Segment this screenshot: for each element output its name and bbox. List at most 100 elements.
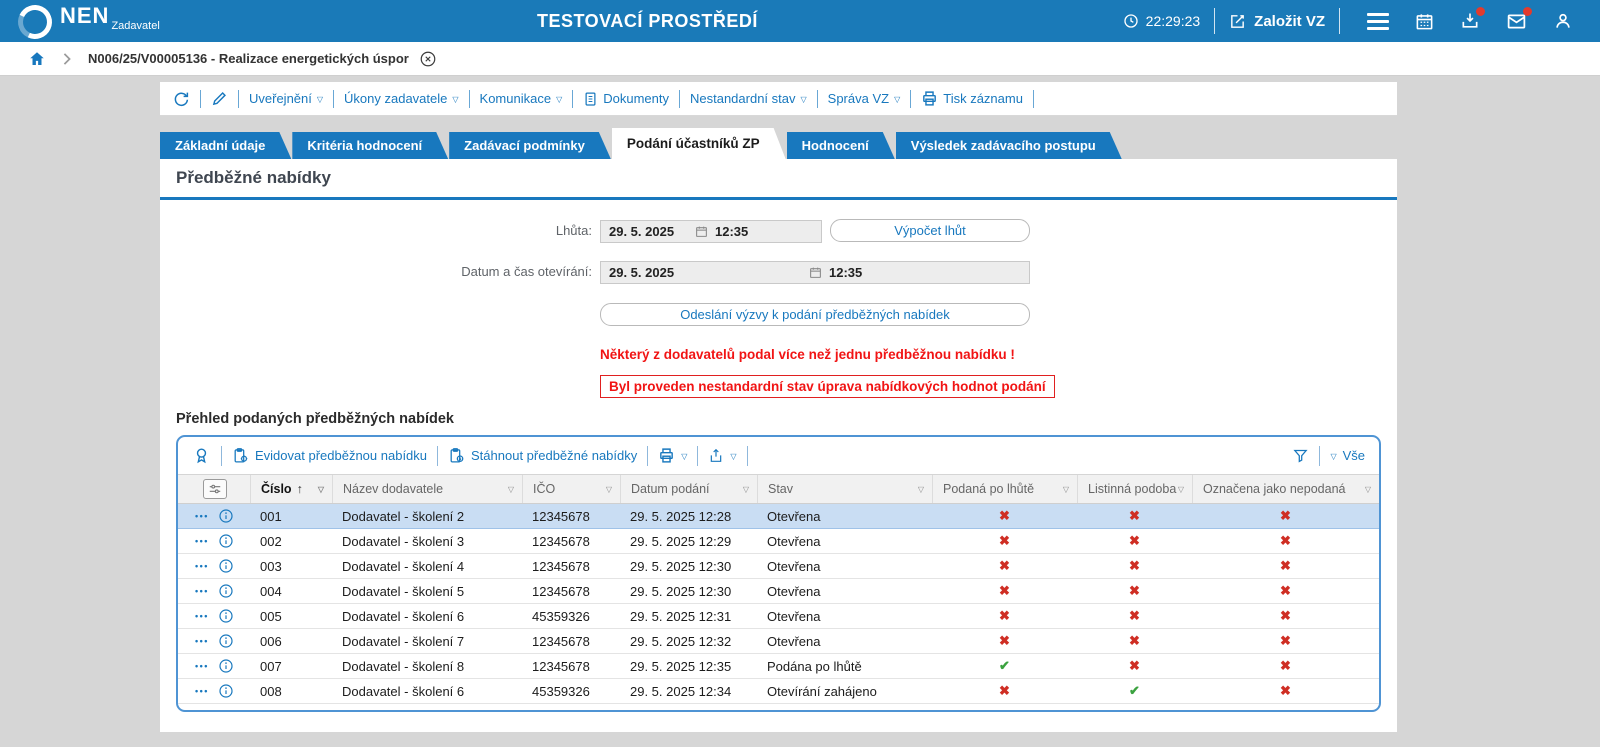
toolbar-item-sprava-vz[interactable]: Správa VZ▽ [828,91,901,106]
calendar-small-icon[interactable] [809,266,822,279]
table-row[interactable]: ••• 004 Dodavatel - školení 5 12345678 2… [178,579,1379,604]
cell-ico: 12345678 [522,584,620,599]
toolbar-item-nestandardni-stav[interactable]: Nestandardní stav▽ [690,91,807,106]
dropdown-icon: ▽ [317,96,323,104]
divider [469,90,470,108]
table-row[interactable]: ••• 008 Dodavatel - školení 6 45359326 2… [178,679,1379,704]
info-icon[interactable] [218,608,234,624]
toolbar-item-tisk-zaznamu[interactable]: Tisk záznamu [921,90,1023,107]
edit-pencil-icon[interactable] [211,90,228,107]
filter-vse-select[interactable]: ▽ Vše [1330,448,1365,463]
info-icon[interactable] [218,583,234,599]
row-menu-icon[interactable]: ••• [195,611,209,621]
column-header-stav[interactable]: Stav▽ [757,475,932,503]
table-row[interactable]: ••• 007 Dodavatel - školení 8 12345678 2… [178,654,1379,679]
column-header-nazev-dodavatele[interactable]: Název dodavatele▽ [332,475,522,503]
toolbar-item-dokumenty[interactable]: Dokumenty [583,91,669,107]
column-header-podana-po-lhute[interactable]: Podaná po lhůtě▽ [932,475,1077,503]
section-title: Předběžné nabídky [176,168,331,188]
row-menu-icon[interactable]: ••• [195,511,209,521]
toolbar-item-uverejneni[interactable]: Uveřejnění▽ [249,91,323,106]
info-icon[interactable] [218,658,234,674]
tab-podani-ucastniku-zp[interactable]: Podání účastníků ZP [612,128,786,159]
share-export-icon [708,448,724,464]
filter-dropdown-icon[interactable]: ▽ [918,486,924,494]
brand-subtitle: Zadavatel [111,20,159,32]
table-row[interactable]: ••• 002 Dodavatel - školení 3 12345678 2… [178,529,1379,554]
calendar-small-icon[interactable] [695,225,708,238]
filter-dropdown-icon[interactable]: ▽ [1063,486,1069,494]
row-menu-icon[interactable]: ••• [195,536,209,546]
oteviani-field[interactable]: 29. 5. 2025 12:35 [600,261,1030,284]
lhuta-field[interactable]: 29. 5. 2025 12:35 [600,220,822,243]
column-header-datum-podani[interactable]: Datum podání▽ [620,475,757,503]
print-table-button[interactable]: ▽ [658,447,687,464]
column-header-cislo[interactable]: Číslo ↑ ▽ [250,475,332,503]
table-row[interactable]: ••• 003 Dodavatel - školení 4 12345678 2… [178,554,1379,579]
column-settings-icon[interactable] [203,479,227,499]
info-icon[interactable] [218,558,234,574]
row-menu-icon[interactable]: ••• [195,661,209,671]
row-menu-icon[interactable]: ••• [195,636,209,646]
home-icon[interactable] [28,50,46,68]
table-row[interactable]: ••• 005 Dodavatel - školení 6 45359326 2… [178,604,1379,629]
close-record-icon[interactable] [419,50,437,68]
user-profile-icon[interactable] [1553,11,1573,31]
row-menu-icon[interactable]: ••• [195,586,209,596]
column-header-oznacena-jako-nepodana[interactable]: Označena jako nepodaná▽ [1192,475,1379,503]
divider [221,446,222,466]
breadcrumb-item[interactable]: N006/25/V00005136 - Realizace energetick… [88,51,409,66]
stahnout-nabidky-button[interactable]: Stáhnout předběžné nabídky [448,447,637,464]
cell-datum: 29. 5. 2025 12:30 [620,584,757,599]
flag-podana-po-lhute: ✔ [932,658,1077,674]
info-icon[interactable] [218,508,234,524]
filter-dropdown-icon[interactable]: ▽ [1365,486,1371,494]
cell-nazev: Dodavatel - školení 8 [332,659,522,674]
flag-oznacena-nepodana: ✖ [1192,508,1379,524]
filter-dropdown-icon[interactable]: ▽ [743,486,749,494]
export-button[interactable]: ▽ [708,448,736,464]
cell-datum: 29. 5. 2025 12:29 [620,534,757,549]
menu-hamburger-icon[interactable] [1367,13,1389,30]
info-icon[interactable] [218,633,234,649]
nen-logo[interactable]: NEN Zadavatel [18,3,160,39]
vypocet-lhut-button[interactable]: Výpočet lhůt [830,219,1030,242]
tab-vysledek-zadavaciho-postupu[interactable]: Výsledek zadávacího postupu [896,132,1122,159]
award-rosette-icon[interactable] [192,446,211,465]
calendar-icon[interactable] [1415,12,1434,31]
history-undo-icon[interactable] [172,90,190,108]
downloads-tray-icon[interactable] [1460,11,1480,31]
odeslani-vyzvy-button[interactable]: Odeslání výzvy k podání předběžných nabí… [600,303,1030,326]
create-vz-button[interactable]: Založit VZ [1229,13,1325,30]
filter-dropdown-icon[interactable]: ▽ [508,486,514,494]
table-row[interactable]: ••• 006 Dodavatel - školení 7 12345678 2… [178,629,1379,654]
flag-podana-po-lhute: ✖ [932,508,1077,524]
divider [238,90,239,108]
evidovat-nabidku-button[interactable]: Evidovat předběžnou nabídku [232,447,427,464]
tab-zadavaci-podminky[interactable]: Zadávací podmínky [449,132,611,159]
filter-dropdown-icon[interactable]: ▽ [606,486,612,494]
filter-funnel-icon[interactable] [1292,447,1309,464]
filter-dropdown-icon[interactable]: ▽ [318,486,324,494]
flag-oznacena-nepodana: ✖ [1192,658,1379,674]
dropdown-icon: ▽ [452,96,458,104]
info-icon[interactable] [218,533,234,549]
tab-hodnoceni[interactable]: Hodnocení [787,132,895,159]
column-header-ico[interactable]: IČO▽ [522,475,620,503]
column-header-listinna-podoba[interactable]: Listinná podoba▽ [1077,475,1192,503]
column-config-cell [178,475,250,503]
cell-datum: 29. 5. 2025 12:28 [620,509,757,524]
row-menu-icon[interactable]: ••• [195,561,209,571]
tab-zakladni-udaje[interactable]: Základní údaje [160,132,291,159]
row-menu-icon[interactable]: ••• [195,686,209,696]
toolbar-item-komunikace[interactable]: Komunikace▽ [480,91,563,106]
info-icon[interactable] [218,683,234,699]
toolbar-item-ukony-zadavatele[interactable]: Úkony zadavatele▽ [344,91,459,106]
cell-nazev: Dodavatel - školení 2 [332,509,522,524]
table-row[interactable]: ••• 001 Dodavatel - školení 2 12345678 2… [178,504,1379,529]
cell-ico: 45359326 [522,609,620,624]
filter-dropdown-icon[interactable]: ▽ [1178,486,1184,494]
messages-envelope-icon[interactable] [1506,11,1527,32]
dropdown-icon: ▽ [1330,453,1336,461]
tab-kriteria-hodnoceni[interactable]: Kritéria hodnocení [292,132,448,159]
